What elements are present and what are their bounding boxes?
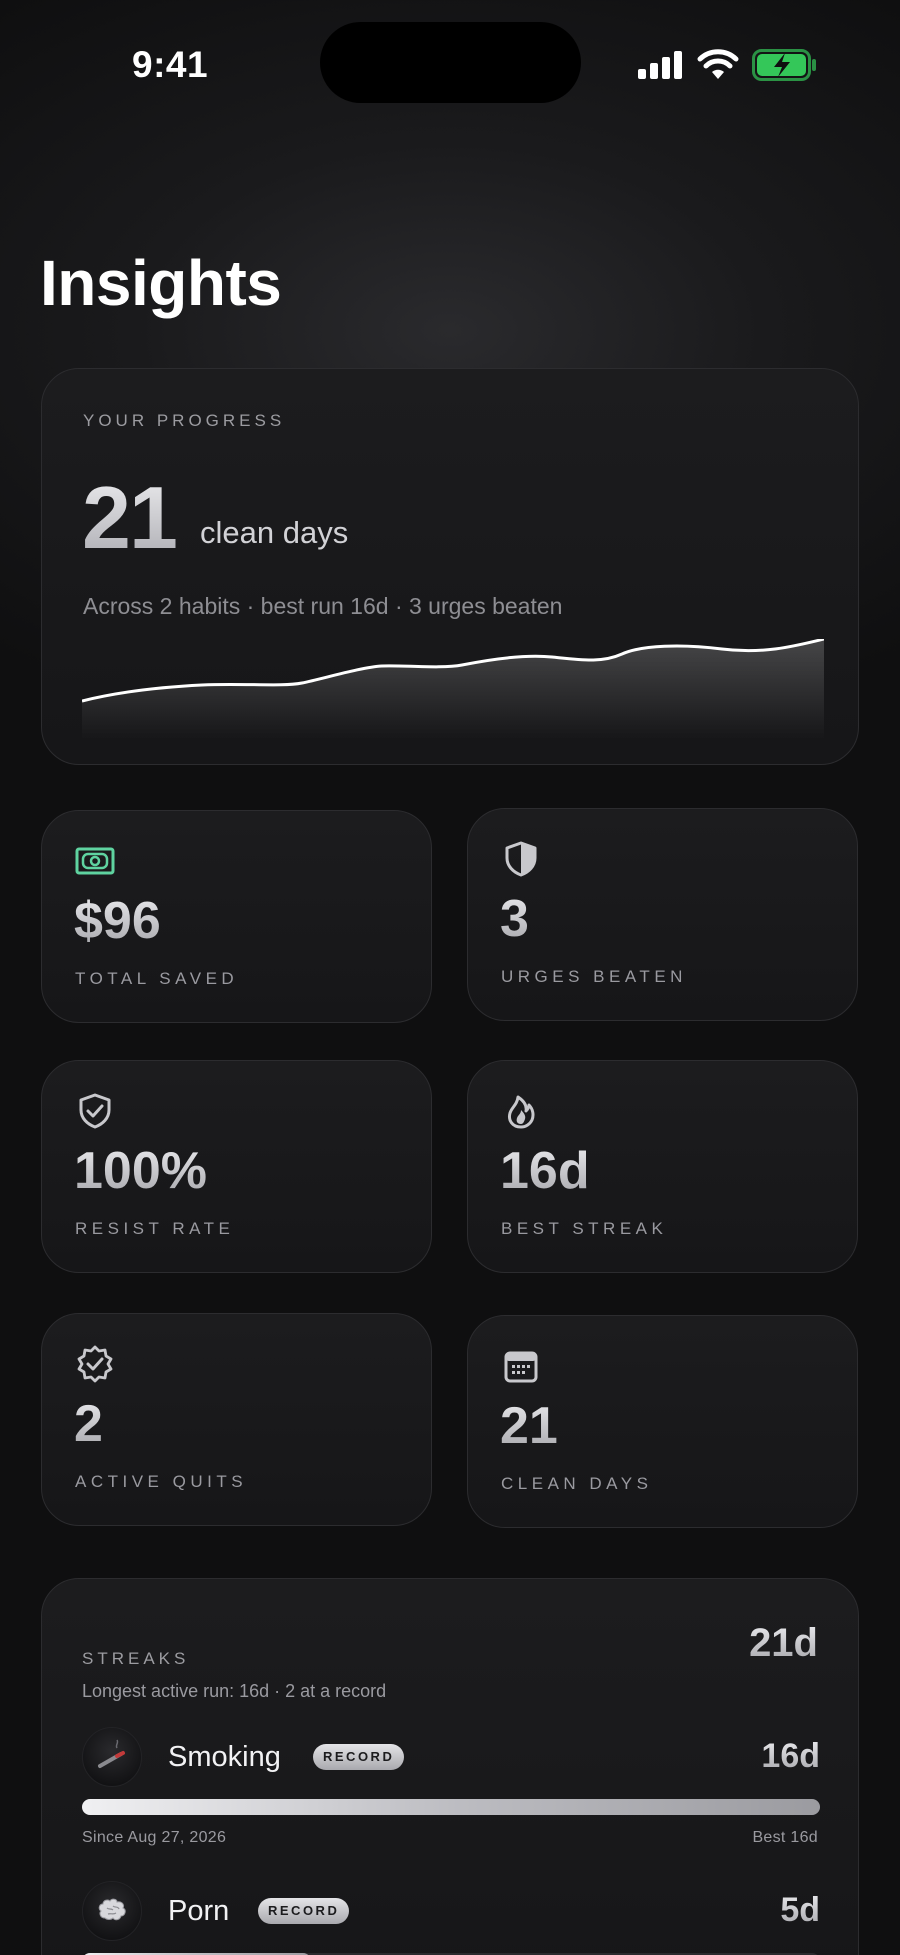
progress-eyebrow: YOUR PROGRESS (83, 411, 286, 430)
habit-avatar (82, 1881, 142, 1941)
stat-value: 2 (74, 1395, 103, 1453)
status-time: 9:41 (132, 44, 209, 85)
habit-streak: 16d (761, 1737, 820, 1775)
money-icon (75, 847, 115, 875)
habit-streak: 5d (780, 1891, 820, 1929)
flame-icon (508, 1095, 535, 1129)
stat-card-total-saved[interactable]: $96 TOTAL SAVED (41, 810, 432, 1023)
status-bar: 9:41 (0, 0, 900, 120)
streaks-total: 21d (749, 1621, 818, 1665)
stat-value: 3 (500, 890, 529, 948)
stat-label: CLEAN DAYS (501, 1474, 653, 1493)
wifi-icon (697, 49, 739, 79)
cigarette-icon (98, 1739, 125, 1768)
dynamic-island (320, 22, 581, 103)
brain-icon (98, 1898, 126, 1921)
stat-value: 16d (500, 1142, 590, 1200)
shield-icon (505, 841, 537, 877)
streaks-eyebrow: STREAKS (82, 1649, 190, 1668)
battery-charging-icon (752, 49, 816, 81)
stat-card-active-quits[interactable]: 2 ACTIVE QUITS (41, 1313, 432, 1526)
stat-card-clean-days[interactable]: 21 CLEAN DAYS (467, 1315, 858, 1528)
habit-since: Since Aug 27, 2026 (82, 1829, 227, 1846)
stat-label: URGES BEATEN (501, 967, 687, 986)
stat-value: 100% (74, 1142, 207, 1200)
record-badge: RECORD (313, 1744, 405, 1770)
habit-name: Porn (168, 1895, 230, 1927)
progress-summary: Across 2 habits · best run 16d · 3 urges… (83, 593, 563, 619)
habit-progress-fill (82, 1799, 820, 1815)
streaks-card[interactable]: STREAKS Longest active run: 16d · 2 at a… (41, 1578, 859, 1955)
stat-label: ACTIVE QUITS (75, 1472, 248, 1491)
badge-check-icon (77, 1345, 113, 1383)
record-badge: RECORD (258, 1898, 350, 1924)
habit-progress-bar (82, 1799, 820, 1815)
cellular-signal-icon (638, 51, 682, 79)
clean-days-count: 21 (82, 468, 178, 567)
habit-row-smoking[interactable]: Smoking RECORD 16d (82, 1727, 820, 1787)
progress-card[interactable]: YOUR PROGRESS 21 clean days Across 2 hab… (41, 368, 859, 765)
calendar-icon (504, 1351, 538, 1383)
habit-avatar (82, 1727, 142, 1787)
habit-row-porn[interactable]: Porn RECORD 5d (82, 1881, 820, 1941)
stat-value: $96 (74, 892, 161, 950)
habit-best: Best 16d (752, 1829, 818, 1846)
progress-sparkline (82, 639, 824, 739)
stat-label: RESIST RATE (75, 1219, 235, 1238)
streaks-subtitle: Longest active run: 16d · 2 at a record (82, 1681, 387, 1701)
page-title: Insights (40, 247, 282, 319)
stat-card-resist-rate[interactable]: 100% RESIST RATE (41, 1060, 432, 1273)
stat-value: 21 (500, 1397, 558, 1455)
stat-card-urges-beaten[interactable]: 3 URGES BEATEN (467, 808, 858, 1021)
stat-label: BEST STREAK (501, 1219, 668, 1238)
stat-card-best-streak[interactable]: 16d BEST STREAK (467, 1060, 858, 1273)
clean-days-unit: clean days (200, 515, 349, 550)
habit-name: Smoking (168, 1741, 281, 1773)
stat-label: TOTAL SAVED (75, 969, 239, 988)
shield-check-icon (79, 1093, 111, 1129)
